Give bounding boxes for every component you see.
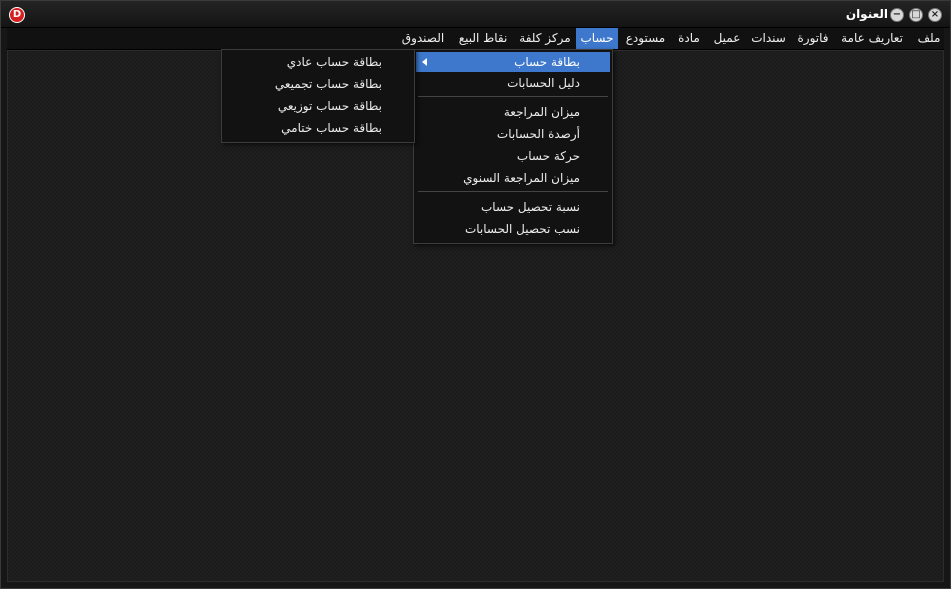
- account-menu-item-account-movement[interactable]: حركة حساب: [416, 146, 610, 166]
- menu-separator: [418, 191, 608, 192]
- account-menu-item-annual-trial-balance[interactable]: ميزان المراجعة السنوي: [416, 168, 610, 188]
- account-dropdown-menu: بطاقة حساب دليل الحسابات ميزان المراجعة …: [413, 49, 613, 244]
- menu-invoice[interactable]: فاتورة: [790, 28, 836, 49]
- account-card-submenu: بطاقة حساب عادي بطاقة حساب تجميعي بطاقة …: [221, 49, 415, 143]
- app-window: D العنوان − □ × ملف تعاريف عامة فاتورة س…: [0, 0, 951, 589]
- menu-account[interactable]: حساب: [576, 28, 618, 49]
- account-menu-item-trial-balance[interactable]: ميزان المراجعة: [416, 102, 610, 122]
- account-menu-item-collection-ratios[interactable]: نسب تحصيل الحسابات: [416, 219, 610, 239]
- submenu-item-aggregate-account[interactable]: بطاقة حساب تجميعي: [224, 74, 412, 94]
- menu-customer[interactable]: عميل: [707, 28, 747, 49]
- menu-bar: ملف تعاريف عامة فاتورة سندات عميل مادة م…: [7, 28, 944, 50]
- menu-general-definitions[interactable]: تعاريف عامة: [836, 28, 908, 49]
- account-menu-item-collection-ratio[interactable]: نسبة تحصيل حساب: [416, 197, 610, 217]
- minimize-icon[interactable]: −: [890, 8, 904, 22]
- app-logo-icon: D: [9, 7, 25, 23]
- menu-file[interactable]: ملف: [912, 28, 946, 49]
- account-menu-item-account-balances[interactable]: أرصدة الحسابات: [416, 124, 610, 144]
- account-menu-item-chart-of-accounts[interactable]: دليل الحسابات: [416, 73, 610, 93]
- submenu-arrow-icon: [422, 58, 427, 66]
- submenu-item-regular-account[interactable]: بطاقة حساب عادي: [224, 52, 412, 72]
- close-icon[interactable]: ×: [928, 8, 942, 22]
- menu-cost-center[interactable]: مركز كلفة: [515, 28, 575, 49]
- menu-material[interactable]: مادة: [671, 28, 707, 49]
- menu-vouchers[interactable]: سندات: [747, 28, 790, 49]
- maximize-icon[interactable]: □: [909, 8, 923, 22]
- menu-separator: [418, 96, 608, 97]
- menu-cashbox[interactable]: الصندوق: [395, 28, 451, 49]
- account-menu-item-account-card[interactable]: بطاقة حساب: [416, 52, 610, 72]
- submenu-item-distributive-account[interactable]: بطاقة حساب توزيعي: [224, 96, 412, 116]
- submenu-item-closing-account[interactable]: بطاقة حساب ختامي: [224, 118, 412, 138]
- window-title: العنوان: [845, 7, 888, 21]
- title-bar[interactable]: D العنوان − □ ×: [1, 1, 950, 28]
- menu-point-of-sale[interactable]: نقاط البيع: [451, 28, 515, 49]
- menu-warehouse[interactable]: مستودع: [620, 28, 671, 49]
- account-menu-item-label: بطاقة حساب: [514, 55, 580, 69]
